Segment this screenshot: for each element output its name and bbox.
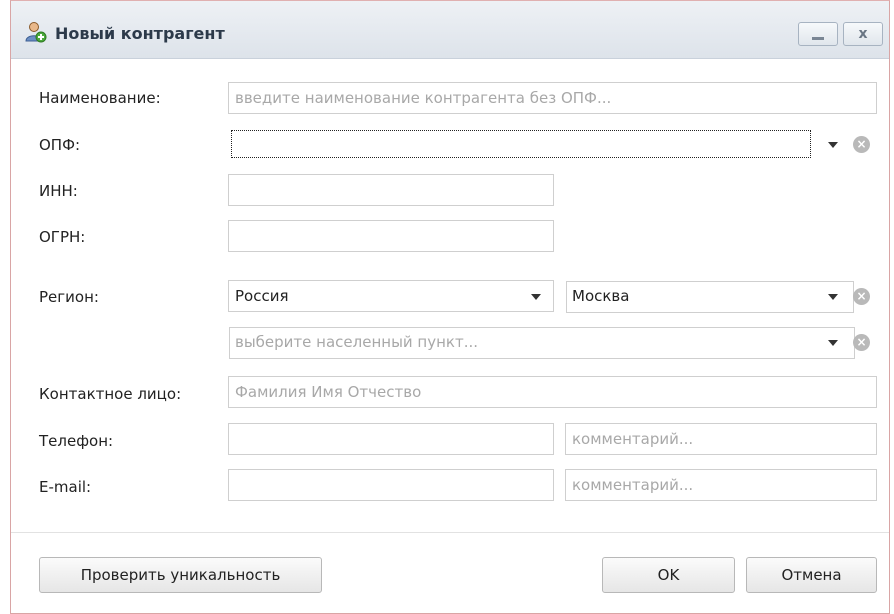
- country-select[interactable]: Россия: [228, 280, 554, 312]
- locality-placeholder: выберите населенный пункт...: [235, 333, 479, 351]
- minimize-button[interactable]: [798, 22, 838, 46]
- title-bar[interactable]: Новый контрагент x: [11, 1, 889, 59]
- close-button[interactable]: x: [843, 22, 883, 46]
- chevron-down-icon[interactable]: [828, 294, 838, 300]
- clear-circle-icon[interactable]: ×: [853, 334, 870, 351]
- phone-input[interactable]: [228, 423, 554, 455]
- inn-input[interactable]: [228, 174, 554, 206]
- ok-button[interactable]: OK: [602, 557, 735, 593]
- user-add-icon: [25, 22, 47, 43]
- cancel-button[interactable]: Отмена: [746, 557, 877, 593]
- opf-label: ОПФ:: [39, 136, 81, 154]
- inn-label: ИНН:: [39, 182, 78, 200]
- clear-circle-icon[interactable]: ×: [853, 288, 870, 305]
- name-input[interactable]: [228, 82, 877, 114]
- chevron-down-icon[interactable]: [828, 340, 838, 346]
- phone-label: Телефон:: [39, 432, 114, 450]
- contact-label: Контактное лицо:: [39, 385, 182, 403]
- opf-focus-rect: [231, 130, 811, 158]
- region-value: Москва: [572, 287, 630, 305]
- ogrn-input[interactable]: [228, 220, 554, 252]
- name-label: Наименование:: [39, 89, 161, 107]
- country-value: Россия: [235, 287, 289, 305]
- close-icon: x: [858, 26, 868, 42]
- region-label: Регион:: [39, 288, 99, 306]
- clear-circle-icon[interactable]: ×: [853, 136, 870, 153]
- new-counterparty-dialog: Новый контрагент x Наименование: ОПФ: × …: [10, 0, 890, 614]
- email-input[interactable]: [228, 469, 554, 501]
- opf-select[interactable]: ×: [228, 128, 877, 160]
- minimize-icon: [812, 36, 824, 40]
- email-label: E-mail:: [39, 478, 92, 496]
- phone-comment-input[interactable]: [565, 423, 877, 455]
- window-title: Новый контрагент: [55, 24, 225, 43]
- region-select[interactable]: Москва ×: [565, 280, 877, 313]
- chevron-down-icon[interactable]: [531, 294, 541, 300]
- check-uniqueness-button[interactable]: Проверить уникальность: [39, 557, 322, 593]
- locality-select[interactable]: выберите населенный пункт... ×: [228, 326, 877, 359]
- ogrn-label: ОГРН:: [39, 228, 86, 246]
- email-comment-input[interactable]: [565, 469, 877, 501]
- contact-input[interactable]: [228, 376, 877, 408]
- chevron-down-icon[interactable]: [828, 142, 838, 148]
- footer-divider: [11, 532, 889, 533]
